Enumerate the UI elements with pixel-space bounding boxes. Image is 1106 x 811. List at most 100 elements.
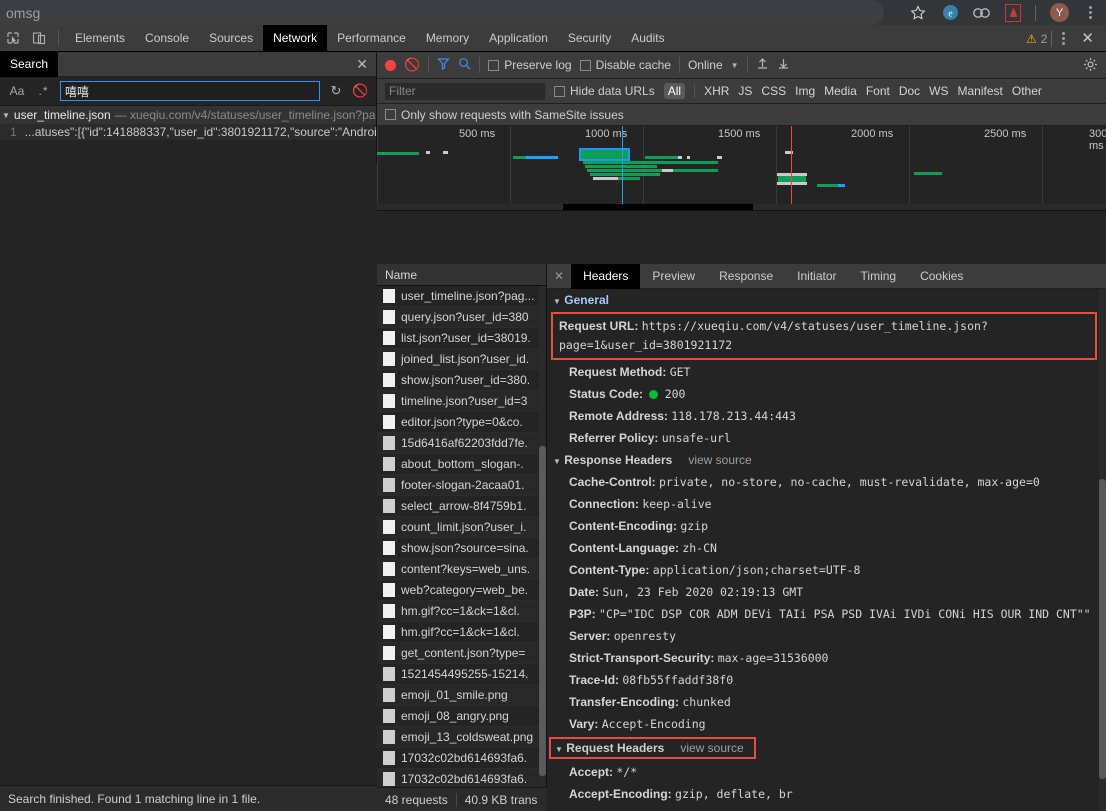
request-row[interactable]: timeline.json?user_id=3 — [377, 391, 546, 412]
clear-icon[interactable]: 🚫 — [352, 83, 368, 99]
scrollbar-thumb[interactable] — [1099, 479, 1106, 779]
chevron-down-icon[interactable]: ▼ — [555, 745, 563, 754]
request-row[interactable]: joined_list.json?user_id. — [377, 349, 546, 370]
filter-type-js[interactable]: JS — [738, 84, 752, 98]
inspect-icon[interactable] — [0, 25, 26, 51]
network-overview-timeline[interactable]: 500 ms 1000 ms 1500 ms 2000 ms 2500 ms 3… — [377, 126, 1106, 211]
request-row[interactable]: show.json?source=sina. — [377, 538, 546, 559]
detail-tab-cookies[interactable]: Cookies — [908, 264, 975, 289]
tab-audits[interactable]: Audits — [621, 25, 674, 52]
request-row[interactable]: hm.gif?cc=1&ck=1&cl. — [377, 622, 546, 643]
device-toggle-icon[interactable] — [26, 25, 52, 51]
import-har-icon[interactable] — [756, 57, 769, 73]
disable-cache-checkbox[interactable]: Disable cache — [579, 58, 671, 72]
request-row[interactable]: emoji_13_coldsweat.png — [377, 727, 546, 748]
detail-tab-response[interactable]: Response — [707, 264, 785, 289]
close-icon[interactable]: ✕ — [1075, 31, 1100, 46]
request-row[interactable]: 17032c02bd614693fa6. — [377, 769, 546, 787]
request-row[interactable]: editor.json?type=0&co. — [377, 412, 546, 433]
close-icon[interactable]: ✕ — [547, 269, 571, 283]
edge-icon[interactable]: e — [941, 4, 959, 22]
tab-elements[interactable]: Elements — [65, 25, 135, 52]
request-row[interactable]: emoji_01_smile.png — [377, 685, 546, 706]
pdf-icon[interactable] — [1005, 3, 1021, 22]
request-row[interactable]: user_timeline.json?pag... — [377, 286, 546, 307]
request-list-scrollbar[interactable] — [539, 286, 546, 787]
request-view-source-link[interactable]: view source — [680, 741, 743, 755]
filter-type-font[interactable]: Font — [866, 84, 890, 98]
chevron-down-icon[interactable]: ▼ — [553, 457, 561, 466]
request-row[interactable]: select_arrow-8f4759b1. — [377, 496, 546, 517]
request-row[interactable]: about_bottom_slogan-. — [377, 454, 546, 475]
request-row[interactable]: content?keys=web_uns. — [377, 559, 546, 580]
detail-tab-initiator[interactable]: Initiator — [785, 264, 848, 289]
tab-security[interactable]: Security — [558, 25, 621, 52]
chevron-down-icon[interactable]: ▼ — [731, 61, 739, 70]
export-har-icon[interactable] — [777, 57, 790, 73]
request-row[interactable]: 17032c02bd614693fa6. — [377, 748, 546, 769]
filter-type-other[interactable]: Other — [1012, 84, 1042, 98]
chrome-menu-icon[interactable] — [1083, 6, 1098, 19]
request-row[interactable]: count_limit.json?user_i. — [377, 517, 546, 538]
tab-application[interactable]: Application — [479, 25, 558, 52]
gear-icon[interactable] — [1083, 57, 1098, 75]
tab-memory[interactable]: Memory — [416, 25, 479, 52]
detail-scrollbar[interactable] — [1099, 289, 1106, 811]
hide-data-urls-checkbox[interactable]: Hide data URLs — [554, 84, 655, 98]
request-row[interactable]: get_content.json?type= — [377, 643, 546, 664]
tab-performance[interactable]: Performance — [327, 25, 416, 52]
regex-icon[interactable]: .* — [34, 84, 52, 98]
tab-sources[interactable]: Sources — [199, 25, 263, 52]
chevron-down-icon[interactable]: ▼ — [553, 297, 561, 306]
filter-type-img[interactable]: Img — [795, 84, 815, 98]
response-view-source-link[interactable]: view source — [688, 453, 751, 467]
request-headers-section-header[interactable]: ▼ Request Headers view source — [547, 735, 1099, 761]
general-section-header[interactable]: ▼ General — [547, 289, 1099, 311]
request-row[interactable]: web?category=web_be. — [377, 580, 546, 601]
request-row[interactable]: emoji_08_angry.png — [377, 706, 546, 727]
search-result-line[interactable]: 1 ...atuses":[{"id":141888337,"user_id":… — [0, 124, 376, 140]
more-icon[interactable] — [1056, 32, 1071, 45]
scrollbar-thumb[interactable] — [539, 446, 546, 776]
search-result-file[interactable]: ▼ user_timeline.json — xueqiu.com/v4/sta… — [0, 106, 376, 124]
filter-type-ws[interactable]: WS — [929, 84, 948, 98]
preserve-log-checkbox[interactable]: Preserve log — [488, 58, 572, 72]
filter-type-doc[interactable]: Doc — [899, 84, 920, 98]
match-case-icon[interactable]: Aa — [8, 84, 26, 98]
search-icon[interactable] — [458, 57, 471, 73]
request-row[interactable]: 15d6416af62203fdd7fe. — [377, 433, 546, 454]
filter-type-xhr[interactable]: XHR — [704, 84, 729, 98]
record-button[interactable] — [385, 59, 396, 71]
search-close-icon[interactable]: ✕ — [356, 56, 368, 72]
request-row[interactable]: show.json?user_id=380. — [377, 370, 546, 391]
response-headers-section-header[interactable]: ▼ Response Headers view source — [547, 449, 1099, 471]
warning-badge[interactable]: ⚠ 2 — [1026, 32, 1047, 46]
star-icon[interactable] — [909, 4, 927, 22]
filter-type-manifest[interactable]: Manifest — [958, 84, 1003, 98]
filter-type-all[interactable]: All — [663, 83, 686, 99]
tab-network[interactable]: Network — [263, 24, 328, 52]
overview-scrollbar[interactable] — [377, 204, 1106, 210]
request-row[interactable]: list.json?user_id=38019. — [377, 328, 546, 349]
refresh-icon[interactable]: ↻ — [328, 83, 344, 99]
profile-avatar[interactable]: Y — [1050, 3, 1069, 22]
search-input[interactable] — [60, 81, 320, 101]
request-row[interactable]: footer-slogan-2acaa01. — [377, 475, 546, 496]
request-row[interactable]: query.json?user_id=380 — [377, 307, 546, 328]
request-row[interactable]: hm.gif?cc=1&ck=1&cl. — [377, 601, 546, 622]
request-list[interactable]: Name user_timeline.json?pag... query.json… — [377, 264, 547, 787]
filter-input[interactable] — [385, 82, 545, 100]
throttling-select[interactable]: Online — [688, 58, 723, 72]
filter-type-media[interactable]: Media — [824, 84, 857, 98]
detail-tab-headers[interactable]: Headers — [571, 264, 641, 289]
chevron-down-icon[interactable]: ▼ — [2, 111, 10, 120]
clear-button[interactable]: 🚫 — [404, 57, 420, 73]
detail-tab-timing[interactable]: Timing — [849, 264, 909, 289]
detail-tab-preview[interactable]: Preview — [640, 264, 707, 289]
extension-icon[interactable] — [973, 4, 991, 22]
tab-console[interactable]: Console — [135, 25, 199, 52]
samesite-checkbox[interactable]: Only show requests with SameSite issues — [385, 108, 624, 122]
search-tab[interactable]: Search — [0, 52, 59, 77]
omnibox[interactable]: omsg — [0, 0, 884, 25]
funnel-icon[interactable] — [437, 57, 451, 73]
